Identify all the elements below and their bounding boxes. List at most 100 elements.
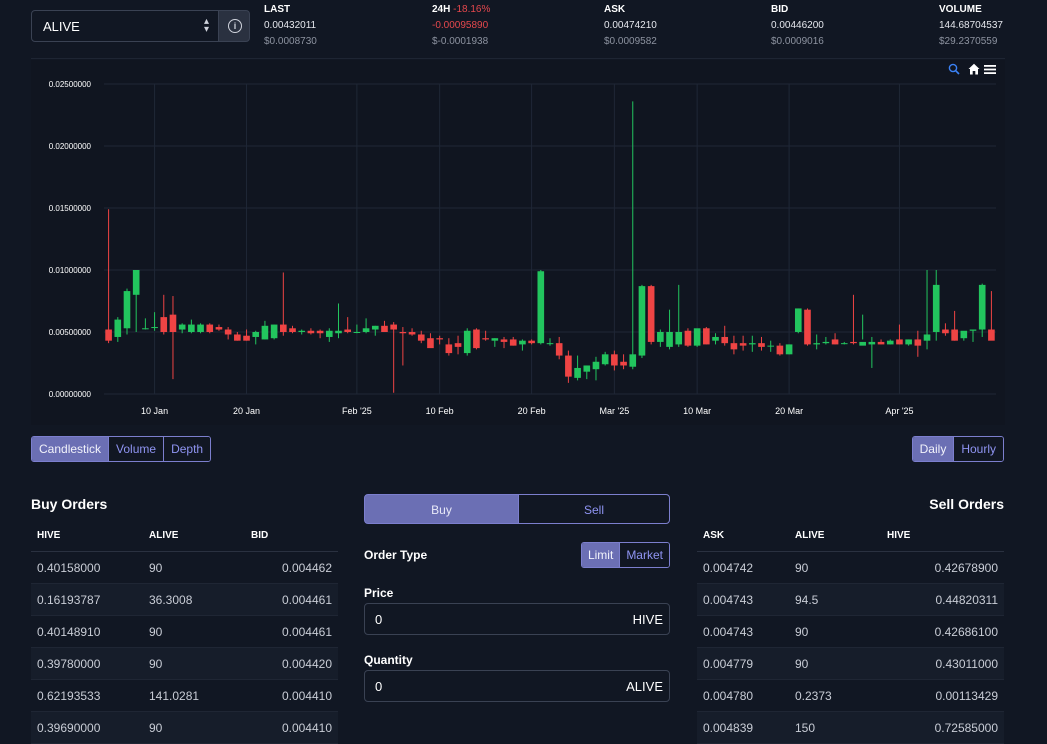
table-row[interactable]: 0.004779 90 0.43011000	[697, 647, 1004, 680]
candle-body	[197, 324, 204, 332]
table-row[interactable]: 0.004743 90 0.42686100	[697, 615, 1004, 648]
candle-body	[454, 343, 462, 347]
chart-grid	[104, 83, 996, 395]
candle-body	[344, 329, 352, 332]
table-row[interactable]: 0.39690000 90 0.004410	[31, 711, 338, 744]
home-icon[interactable]	[968, 63, 980, 75]
candle	[142, 318, 149, 330]
candle	[555, 336, 563, 360]
table-row[interactable]: 0.004742 90 0.42678900	[697, 551, 1004, 584]
candle-body	[491, 338, 499, 341]
candle	[280, 272, 287, 336]
candlestick-chart-svg[interactable]: 0.02500000 0.02000000 0.01500000 0.01000000…	[31, 60, 1005, 425]
candle	[822, 336, 830, 345]
candle	[546, 338, 554, 346]
candle-body	[509, 339, 517, 346]
candle	[877, 339, 885, 345]
order-type-market[interactable]: Market	[620, 543, 669, 567]
tab-candlestick[interactable]: Candlestick	[32, 437, 110, 461]
table-row[interactable]: 0.40158000 90 0.004462	[31, 551, 338, 584]
candle-body	[169, 314, 177, 332]
table-row[interactable]: 0.16193787 36.3008 0.004461	[31, 583, 338, 616]
stat-value: 0.00446200	[771, 20, 824, 31]
table-row[interactable]: 0.004743 94.5 0.44820311	[697, 583, 1004, 616]
candle-body	[988, 329, 995, 341]
tab-hourly[interactable]: Hourly	[954, 437, 1003, 461]
candle-body	[638, 286, 646, 356]
candle	[932, 270, 940, 341]
x-tick-label: Feb '25	[342, 406, 372, 416]
candle-body	[114, 319, 122, 337]
candle-body	[519, 340, 526, 345]
candle-body	[261, 325, 269, 340]
cell: 0.004743	[697, 583, 794, 616]
candle	[445, 338, 453, 356]
candle	[123, 288, 131, 335]
table-row[interactable]: 0.39780000 90 0.004420	[31, 647, 338, 680]
candle-body	[859, 341, 866, 346]
candle	[942, 323, 949, 336]
candle	[647, 284, 655, 345]
candle-body	[445, 344, 453, 354]
table-row[interactable]: 0.40148910 90 0.004461	[31, 615, 338, 648]
candle-body	[813, 343, 820, 345]
candle-body	[307, 330, 315, 334]
candle	[399, 327, 407, 366]
stat-value: 0.00432011	[264, 20, 317, 31]
candle	[693, 328, 701, 347]
cell: 94.5	[794, 583, 886, 616]
candle	[951, 310, 958, 341]
candle-body	[555, 343, 563, 356]
candle	[629, 101, 637, 370]
candle-body	[739, 343, 747, 346]
table-row[interactable]: 0.004780 0.2373 0.00113429	[697, 679, 1004, 712]
candle-body	[298, 330, 306, 332]
candle-body	[712, 336, 719, 341]
candle-body	[381, 325, 388, 332]
zoom-icon[interactable]	[948, 63, 960, 75]
quantity-input[interactable]: 0 ALIVE	[364, 670, 670, 702]
sell-tab-button[interactable]: Sell	[518, 494, 670, 524]
col-header: ALIVE	[794, 520, 886, 552]
stat-label: VOLUME	[939, 4, 982, 15]
candle	[730, 335, 738, 355]
x-tick-label: 10 Mar	[683, 406, 711, 416]
cell: 0.42686100	[886, 615, 1004, 648]
candle	[813, 334, 820, 350]
buy-tab-button[interactable]: Buy	[364, 494, 519, 524]
tab-daily[interactable]: Daily	[912, 437, 955, 461]
menu-icon[interactable]	[984, 65, 996, 74]
candle	[785, 344, 793, 355]
candle-body	[951, 329, 958, 341]
table-row[interactable]: 0.004839 150 0.72585000	[697, 711, 1004, 744]
candle-body	[500, 339, 508, 342]
candle-body	[546, 343, 554, 345]
price-chart[interactable]: 0.02500000 0.02000000 0.01500000 0.01000000…	[31, 60, 1005, 425]
tab-depth[interactable]: Depth	[164, 437, 211, 461]
cell: 0.004742	[697, 551, 794, 584]
candle	[224, 327, 232, 340]
stat-label: ASK	[604, 4, 626, 15]
info-button[interactable]: i	[218, 10, 250, 42]
candle-body	[831, 339, 839, 345]
price-input[interactable]: 0 HIVE	[364, 603, 670, 635]
tab-volume[interactable]: Volume	[109, 437, 165, 461]
token-select[interactable]: ALIVE ▴ ▾	[31, 10, 219, 42]
y-tick-label: 0.02500000	[49, 80, 92, 89]
table-row[interactable]: 0.62193533 141.0281 0.004410	[31, 679, 338, 712]
candle-body	[427, 338, 434, 349]
candle-body	[528, 340, 535, 344]
candle-body	[234, 334, 241, 341]
candles	[105, 101, 995, 393]
table-header: HIVE ALIVE BID	[31, 520, 338, 552]
candle	[868, 336, 876, 368]
order-type-limit[interactable]: Limit	[581, 543, 621, 567]
cell: 0.39780000	[31, 647, 148, 680]
candle-body	[840, 343, 848, 345]
stat-ask: ASK 0.00474210 $0.0009582	[604, 2, 657, 50]
candle	[261, 320, 269, 340]
candle	[234, 332, 241, 341]
chart-type-tabs: Candlestick Volume Depth	[31, 436, 212, 462]
candle-body	[105, 329, 112, 341]
candle	[371, 325, 379, 336]
